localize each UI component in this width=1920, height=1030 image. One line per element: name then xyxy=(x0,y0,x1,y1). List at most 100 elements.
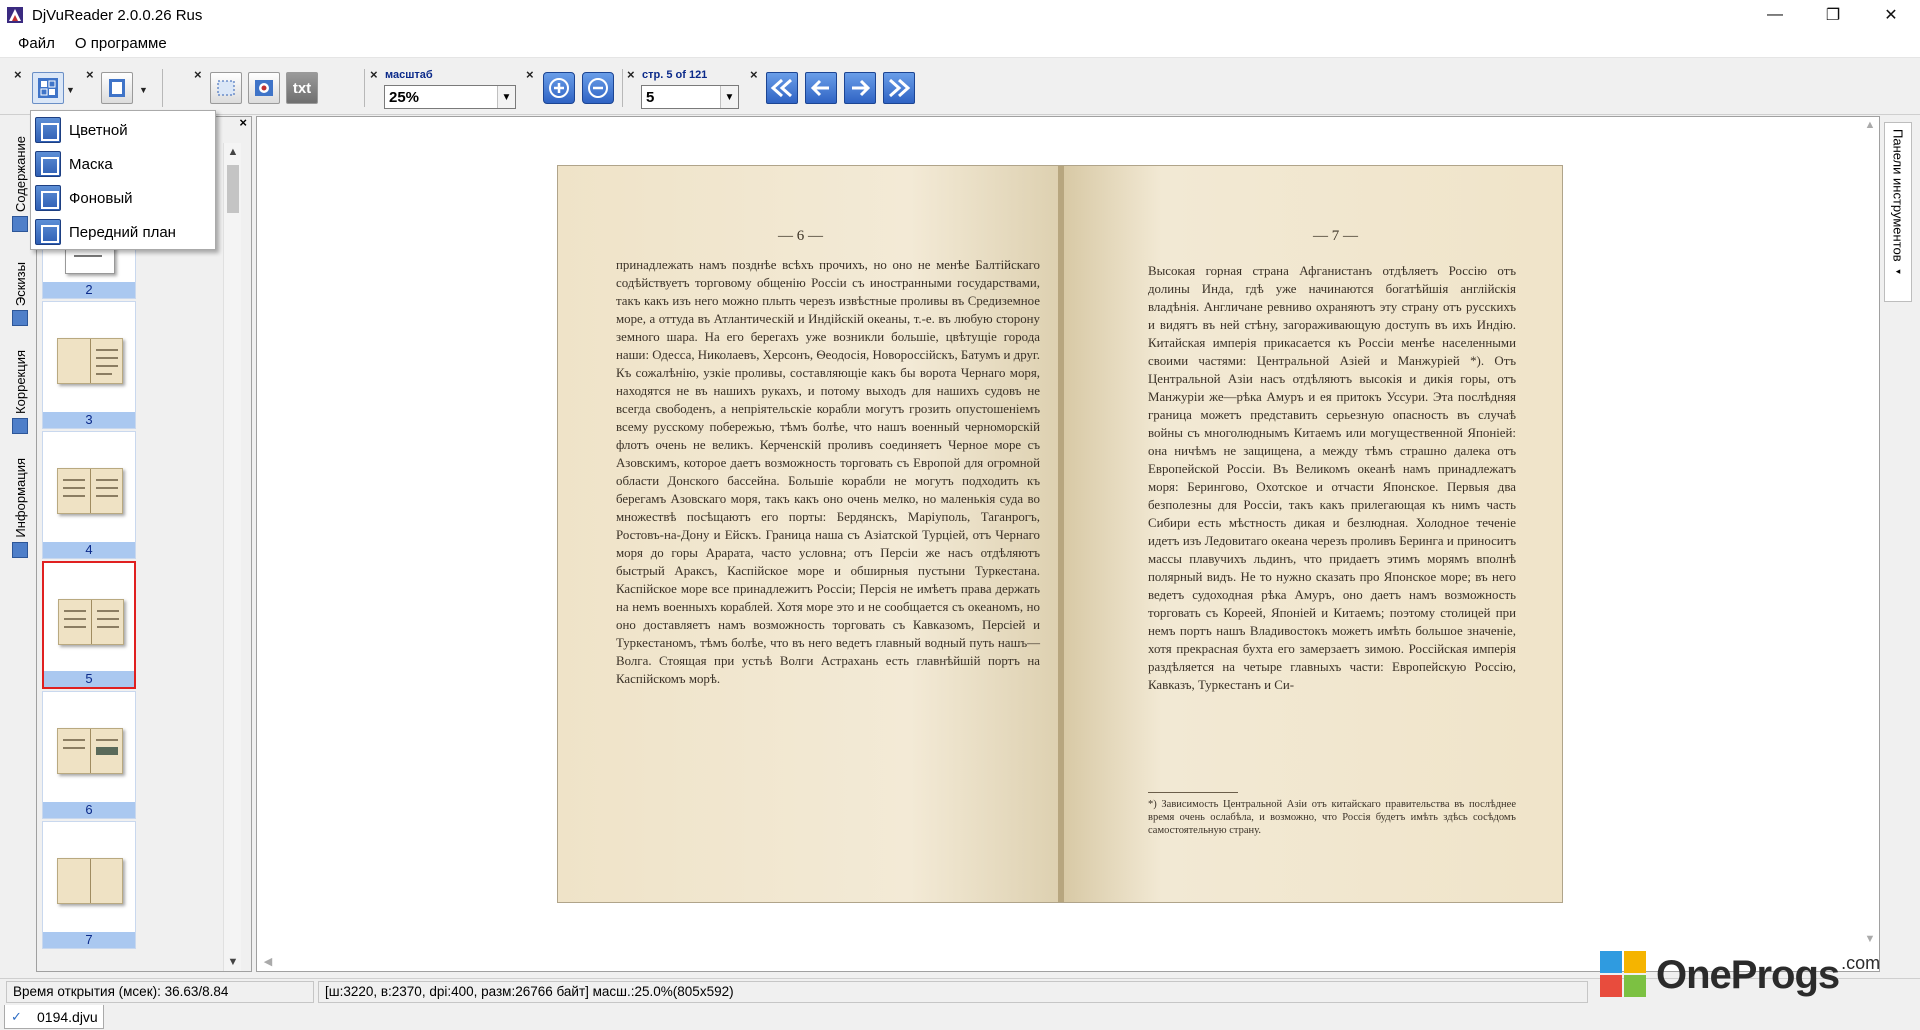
page-value: 5 xyxy=(646,88,655,106)
tab-info-label: Информация xyxy=(12,458,28,538)
watermark: OneProgs .com xyxy=(1600,950,1900,1000)
scroll-up-icon[interactable]: ▲ xyxy=(224,143,242,161)
oneprogs-logo-icon xyxy=(1600,951,1648,999)
tab-info[interactable]: Информация xyxy=(8,458,32,558)
doc-scroll-up-icon[interactable]: ▲ xyxy=(1861,119,1879,137)
toolbar-close-1[interactable]: × xyxy=(14,68,22,81)
layer-menu-color-label: Цветной xyxy=(69,121,128,139)
zoom-in-icon xyxy=(549,78,569,98)
thumbnails-close-button[interactable]: × xyxy=(239,115,247,130)
page-icon xyxy=(109,79,125,97)
first-page-button[interactable] xyxy=(766,72,798,104)
correction-icon xyxy=(12,417,28,434)
select-image-button[interactable] xyxy=(248,72,280,104)
watermark-text: OneProgs xyxy=(1656,952,1840,997)
tab-correction-label: Коррекция xyxy=(12,350,28,414)
doc-scroll-down-icon[interactable]: ▼ xyxy=(1861,933,1879,951)
layer-menu-foreground-label: Передний план xyxy=(69,223,176,241)
tab-thumbnails[interactable]: Эскизы xyxy=(8,262,32,327)
watermark-suffix: .com xyxy=(1841,952,1881,973)
last-page-button[interactable] xyxy=(883,72,915,104)
window-title: DjVuReader 2.0.0.26 Rus xyxy=(32,6,203,24)
thumbnail-number: 2 xyxy=(43,282,135,298)
layer-menu-mask-label: Маска xyxy=(69,155,113,173)
toolbar-close-3[interactable]: × xyxy=(194,68,202,81)
zoom-label: масштаб xyxy=(385,69,433,81)
status-open-time: Время открытия (мсек): 36.63/8.84 xyxy=(6,981,314,1003)
tab-correction[interactable]: Коррекция xyxy=(8,350,32,434)
thumbnail-page-4[interactable]: 4 xyxy=(42,431,136,559)
toolbar-close-6[interactable]: × xyxy=(627,68,635,81)
scroll-thumb[interactable] xyxy=(227,165,239,213)
select-area-icon xyxy=(217,80,235,96)
left-page-number: — 6 — xyxy=(778,228,823,244)
thumbnail-preview xyxy=(57,468,123,514)
page-dropdown-icon[interactable]: ▼ xyxy=(720,86,738,108)
thumbnail-preview xyxy=(58,599,124,645)
menu-file[interactable]: Файл xyxy=(8,32,65,55)
toolbar-close-7[interactable]: × xyxy=(750,68,758,81)
panel-expand-icon: ◂ xyxy=(1895,265,1901,276)
layer-menu-color[interactable]: Цветной xyxy=(33,113,213,147)
toolbar-close-2[interactable]: × xyxy=(86,68,94,81)
right-page-number: — 7 — xyxy=(1313,228,1358,244)
arrow-left-icon xyxy=(810,79,829,97)
zoom-dropdown-icon[interactable]: ▼ xyxy=(497,86,515,108)
thumbnail-page-7[interactable]: 7 xyxy=(42,821,136,949)
thumbnail-number: 4 xyxy=(43,542,135,558)
select-text-button[interactable]: txt xyxy=(286,72,318,104)
layers-icon xyxy=(38,78,58,98)
thumbnail-preview xyxy=(57,728,123,774)
document-vertical-scrollbar[interactable]: ▲ ▼ xyxy=(1861,117,1879,953)
toolbars-panel-label: Панели инструментов xyxy=(1890,129,1906,262)
tab-contents[interactable]: Содержание xyxy=(8,136,32,232)
layer-menu-foreground[interactable]: Передний план xyxy=(33,215,213,249)
select-area-button[interactable] xyxy=(210,72,242,104)
last-page-icon xyxy=(889,78,911,98)
layer-background-icon xyxy=(35,185,61,211)
next-page-button[interactable] xyxy=(844,72,876,104)
close-button[interactable]: ✕ xyxy=(1862,0,1920,30)
thumbnail-number: 6 xyxy=(43,802,135,818)
thumbnail-page-3[interactable]: 3 xyxy=(42,301,136,429)
footnote-rule xyxy=(1148,792,1238,793)
thumbnail-page-6[interactable]: 6 xyxy=(42,691,136,819)
menu-bar: Файл О программе xyxy=(0,30,1920,58)
page-view-button[interactable] xyxy=(101,72,133,104)
zoom-out-button[interactable] xyxy=(582,72,614,104)
page-spread: — 6 — — 7 — принадлежать намъ позднѣе вс… xyxy=(557,165,1563,903)
page-combo[interactable]: 5 ▼ xyxy=(641,85,739,109)
toolbar-close-5[interactable]: × xyxy=(526,68,534,81)
page-label: стр. 5 of 121 xyxy=(642,69,708,81)
layer-color-icon xyxy=(35,117,61,143)
document-loaded-icon: ✓ xyxy=(11,1008,22,1024)
layer-menu-background[interactable]: Фоновый xyxy=(33,181,213,215)
layer-menu-background-label: Фоновый xyxy=(69,189,133,207)
zoom-combo[interactable]: 25% ▼ xyxy=(384,85,516,109)
menu-about[interactable]: О программе xyxy=(65,32,177,55)
thumbnail-page-5[interactable]: 5 xyxy=(42,561,136,689)
toolbars-panel-tab[interactable]: Панели инструментов ◂ xyxy=(1884,122,1912,302)
thumbnails-scrollbar[interactable]: ▲ ▼ xyxy=(223,143,241,971)
minimize-button[interactable]: — xyxy=(1746,0,1804,30)
scroll-down-icon[interactable]: ▼ xyxy=(224,953,242,971)
page-view-dropdown-icon[interactable]: ▼ xyxy=(139,85,148,95)
layer-mode-dropdown-icon[interactable]: ▼ xyxy=(66,85,75,95)
arrow-right-icon xyxy=(852,79,871,97)
zoom-in-button[interactable] xyxy=(543,72,575,104)
layer-menu-mask[interactable]: Маска xyxy=(33,147,213,181)
image-icon xyxy=(255,80,273,96)
document-tab[interactable]: ✓ 0194.djvu xyxy=(4,1005,104,1029)
tab-thumbnails-label: Эскизы xyxy=(12,262,28,307)
prev-page-button[interactable] xyxy=(805,72,837,104)
first-page-icon xyxy=(770,78,792,98)
thumbnail-preview xyxy=(57,338,123,384)
doc-scroll-left-icon[interactable]: ◀ xyxy=(259,953,277,971)
document-view[interactable]: — 6 — — 7 — принадлежать намъ позднѣе вс… xyxy=(256,116,1880,972)
info-icon xyxy=(12,541,28,558)
toolbar-close-4[interactable]: × xyxy=(370,68,378,81)
right-page-text: Высокая горная страна Афганистанъ отдѣля… xyxy=(1148,264,1516,692)
layer-mode-button[interactable] xyxy=(32,72,64,104)
contents-icon xyxy=(12,215,28,232)
restore-button[interactable]: ❐ xyxy=(1804,0,1862,30)
